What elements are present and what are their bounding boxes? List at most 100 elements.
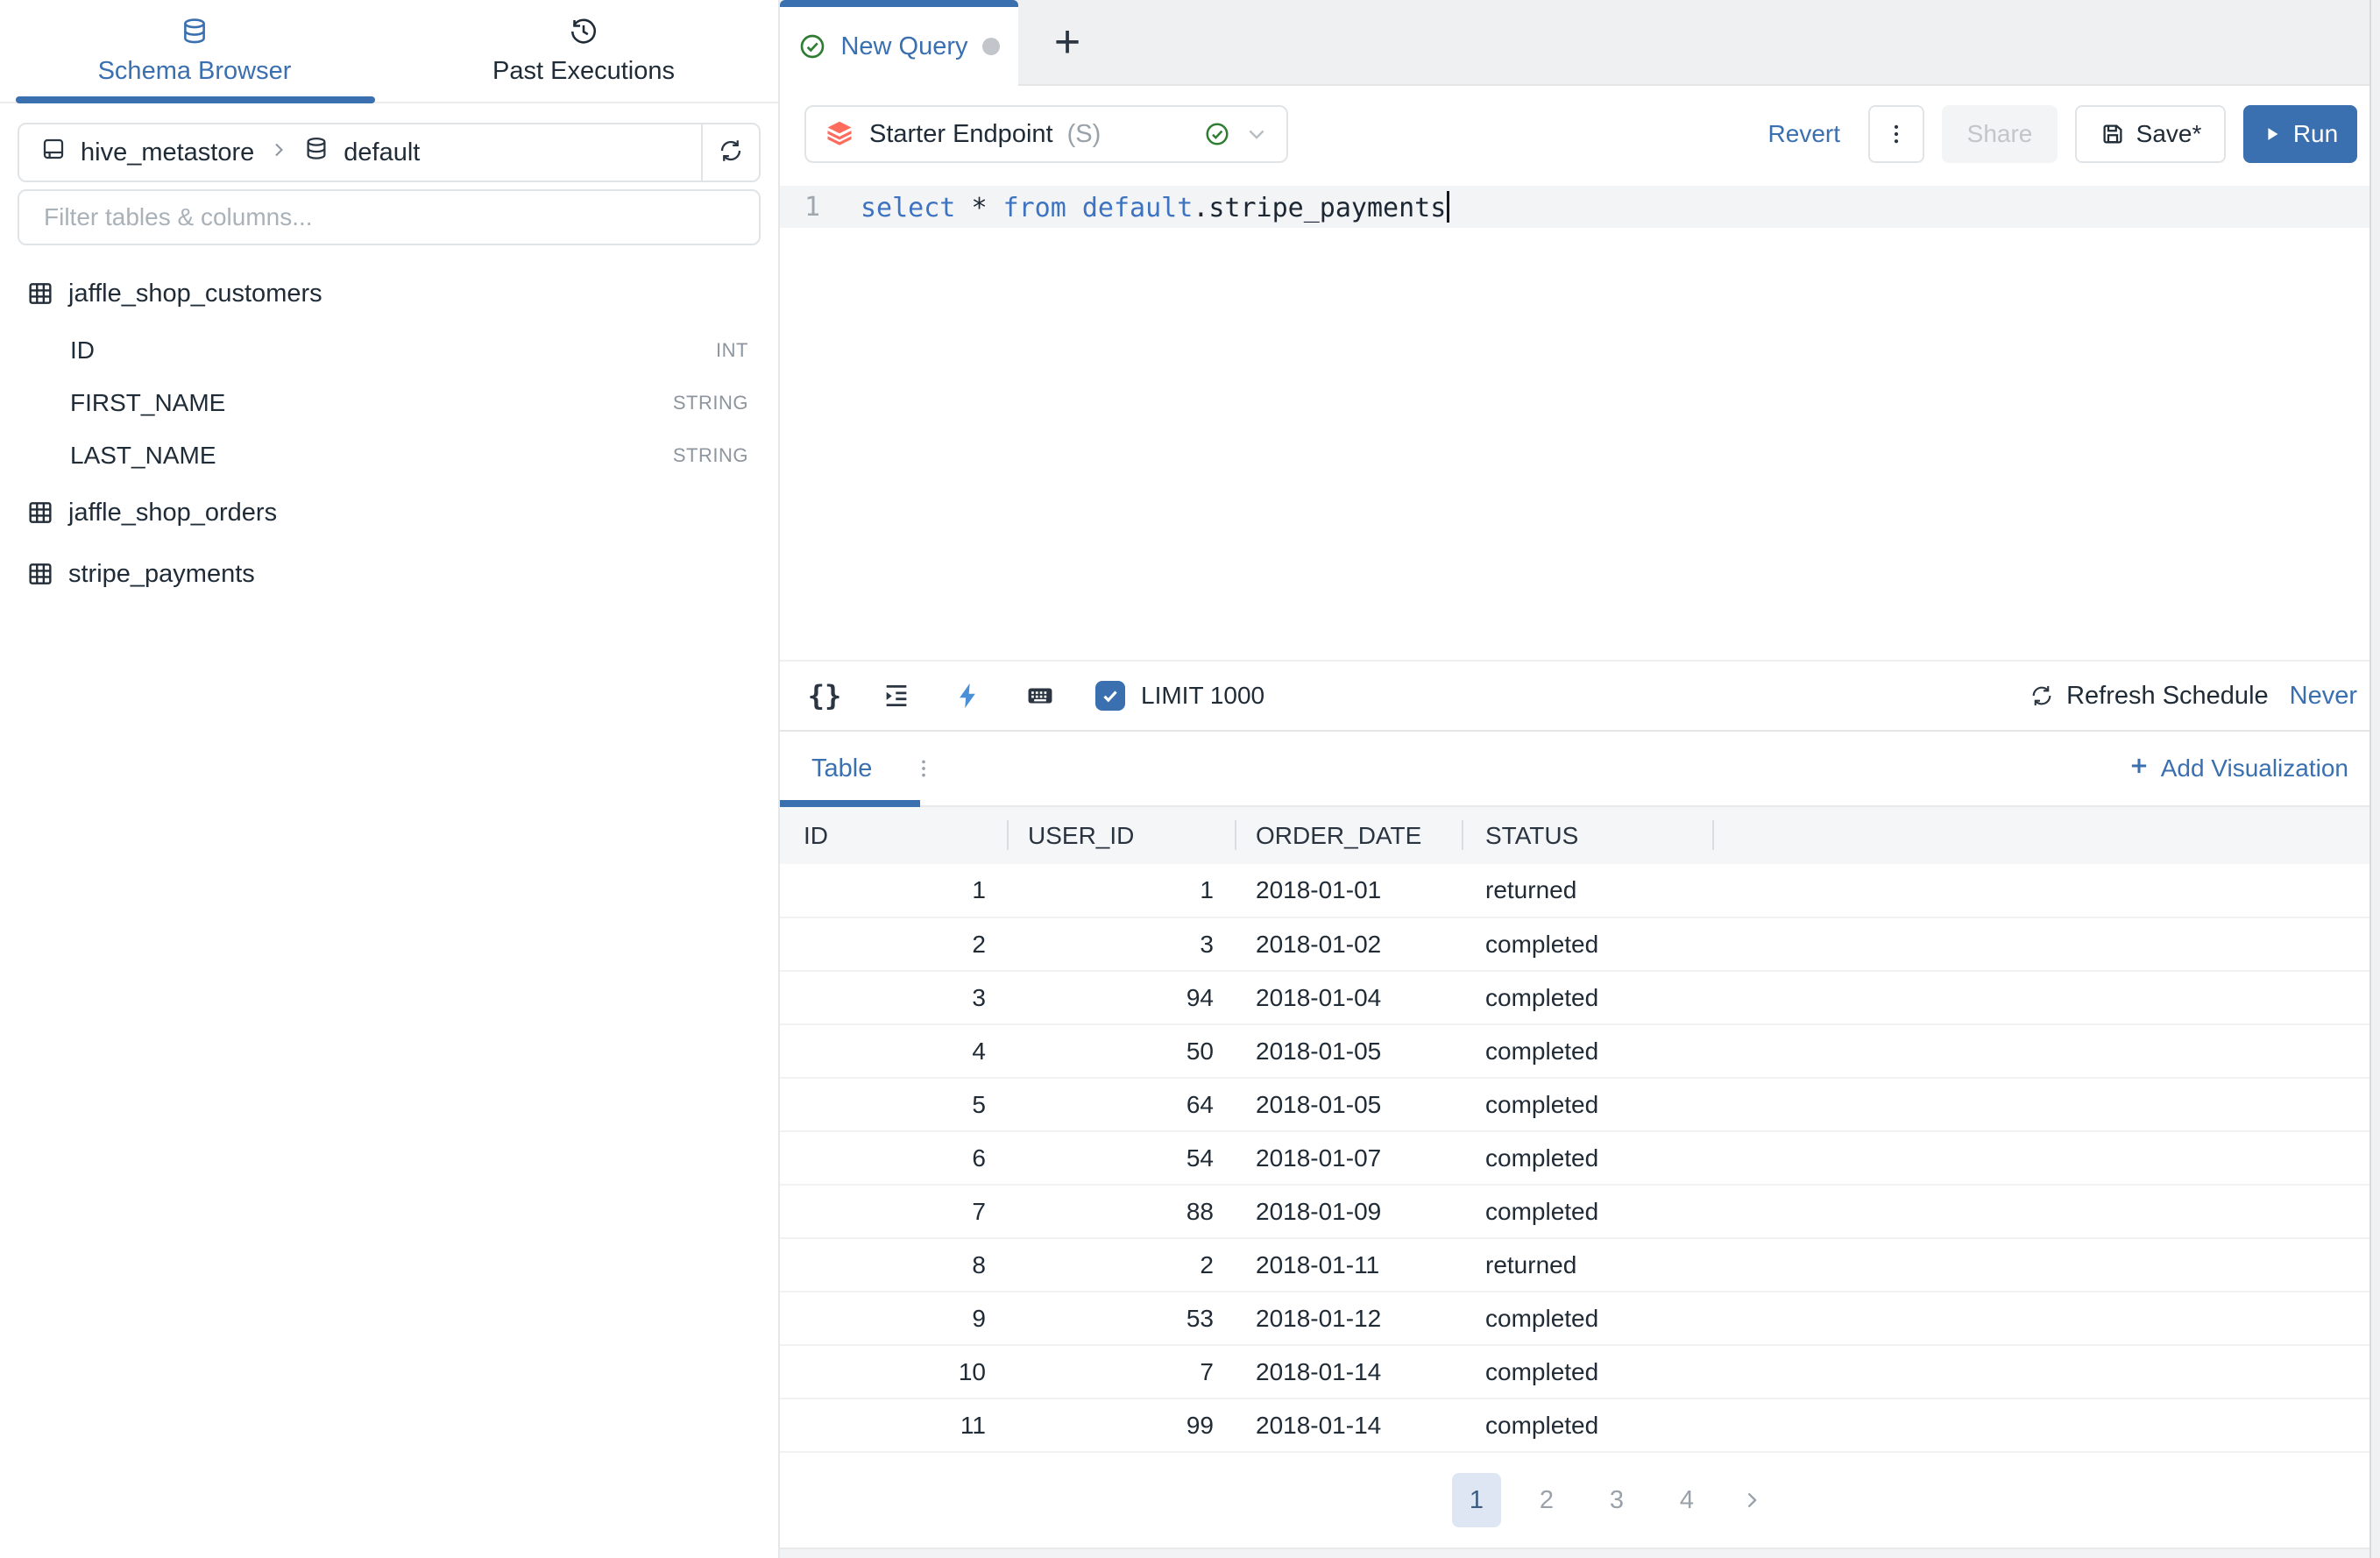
column-header-user_id[interactable]: USER_ID (1009, 807, 1236, 864)
results-panel: Table Add Visualization IDUSER_IDORDER_D… (780, 732, 2380, 1558)
table-cell: 2018-01-14 (1236, 1345, 1463, 1399)
schema-breadcrumb[interactable]: hive_metastore default (19, 124, 701, 181)
sql-token (1066, 193, 1082, 223)
next-page-button[interactable] (1732, 1473, 1771, 1527)
results-header: Table Add Visualization (780, 732, 2380, 807)
keyboard-icon (1025, 681, 1055, 711)
schema-table-item[interactable]: jaffle_shop_customers (0, 263, 778, 324)
table-row[interactable]: 1072018-01-14completed (780, 1345, 2380, 1399)
table-cell: 7 (780, 1185, 1009, 1238)
refresh-schedule-label: Refresh Schedule (2066, 682, 2269, 711)
check-circle-icon (1204, 121, 1230, 147)
filter-input[interactable] (42, 202, 736, 232)
tab-new-query[interactable]: New Query (780, 0, 1018, 86)
table-row[interactable]: 9532018-01-12completed (780, 1292, 2380, 1345)
column-header-order_date[interactable]: ORDER_DATE (1236, 807, 1463, 864)
page-button-4[interactable]: 4 (1662, 1473, 1711, 1527)
table-cell: completed (1463, 917, 1714, 971)
check-circle-icon (798, 32, 826, 60)
run-button[interactable]: Run (2243, 105, 2357, 163)
page-button-1[interactable]: 1 (1452, 1473, 1501, 1527)
keyboard-shortcuts-button[interactable] (1024, 679, 1057, 712)
table-cell: 2018-01-04 (1236, 971, 1463, 1024)
schema-column-item[interactable]: FIRST_NAMESTRING (0, 377, 778, 429)
schema-table-item[interactable]: stripe_payments (0, 543, 778, 605)
save-icon (2100, 121, 2126, 147)
tab-past-executions-label: Past Executions (492, 57, 675, 86)
breadcrumb-catalog: hive_metastore (81, 138, 254, 167)
table-cell-filler (1714, 1292, 2380, 1345)
share-button[interactable]: Share (1942, 105, 2058, 163)
add-tab-button[interactable]: + (1018, 0, 1116, 84)
tab-new-query-label: New Query (840, 32, 967, 61)
table-cell-filler (1714, 971, 2380, 1024)
page-button-3[interactable]: 3 (1592, 1473, 1641, 1527)
refresh-schedule-value[interactable]: Never (2290, 682, 2357, 711)
sql-token (988, 193, 1003, 223)
table-cell: 1 (1009, 864, 1236, 917)
column-header-status[interactable]: STATUS (1463, 807, 1714, 864)
bottom-strip (780, 1547, 2380, 1558)
scrollbar-track[interactable] (2369, 0, 2380, 1558)
sql-token: from (1003, 193, 1066, 223)
table-cell: 2 (780, 917, 1009, 971)
sql-query-editor-window: Schema Browser Past Executions hive_meta… (0, 0, 2380, 1558)
column-type: STRING (673, 444, 748, 467)
page-button-2[interactable]: 2 (1522, 1473, 1571, 1527)
table-cell: returned (1463, 1238, 1714, 1292)
save-button[interactable]: Save* (2075, 105, 2226, 163)
schema-column-item[interactable]: LAST_NAMESTRING (0, 429, 778, 482)
table-cell: 7 (1009, 1345, 1236, 1399)
sql-editor-line[interactable]: 1 select * from default.stripe_payments (780, 186, 2380, 228)
table-cell: 2 (1009, 1238, 1236, 1292)
limit-toggle[interactable]: LIMIT 1000 (1095, 681, 1264, 711)
tab-past-executions[interactable]: Past Executions (389, 0, 778, 102)
refresh-schema-button[interactable] (701, 124, 759, 181)
table-row[interactable]: 11992018-01-14completed (780, 1399, 2380, 1452)
schema-tree: jaffle_shop_customersIDINTFIRST_NAMESTRI… (0, 263, 778, 605)
table-cell: 10 (780, 1345, 1009, 1399)
table-row[interactable]: 232018-01-02completed (780, 917, 2380, 971)
results-table-body: 112018-01-01returned232018-01-02complete… (780, 864, 2380, 1452)
tab-table-view[interactable]: Table (811, 754, 872, 783)
table-cell: 5 (780, 1078, 1009, 1131)
more-options-button[interactable] (1868, 105, 1924, 163)
schema-table-item[interactable]: jaffle_shop_orders (0, 482, 778, 543)
table-row[interactable]: 3942018-01-04completed (780, 971, 2380, 1024)
table-row[interactable]: 822018-01-11returned (780, 1238, 2380, 1292)
refresh-icon (718, 138, 744, 168)
table-name: stripe_payments (68, 560, 255, 589)
editor-actions: Revert Share Save* (1758, 105, 2357, 163)
lightning-button[interactable] (952, 679, 985, 712)
limit-checkbox[interactable] (1095, 681, 1125, 711)
unsaved-dot-icon (982, 38, 1000, 55)
table-row[interactable]: 112018-01-01returned (780, 864, 2380, 917)
table-row[interactable]: 7882018-01-09completed (780, 1185, 2380, 1238)
indent-button[interactable] (880, 679, 913, 712)
table-view-options-button[interactable] (912, 757, 935, 780)
pagination: 1234 (780, 1453, 2380, 1547)
add-visualization-button[interactable]: Add Visualization (2128, 754, 2348, 783)
table-cell: 2018-01-05 (1236, 1078, 1463, 1131)
breadcrumb-schema: default (344, 138, 420, 167)
table-cell: 94 (1009, 971, 1236, 1024)
results-table: IDUSER_IDORDER_DATESTATUS 112018-01-01re… (780, 807, 2380, 1453)
revert-button[interactable]: Revert (1758, 105, 1851, 163)
format-braces-button[interactable]: {} (808, 679, 841, 712)
sql-token (955, 193, 971, 223)
table-row[interactable]: 5642018-01-05completed (780, 1078, 2380, 1131)
main-area: New Query + Starter Endpoint (S) (780, 0, 2380, 1558)
column-header-id[interactable]: ID (780, 807, 1009, 864)
endpoint-selector[interactable]: Starter Endpoint (S) (804, 105, 1288, 163)
tab-schema-browser[interactable]: Schema Browser (0, 0, 389, 102)
editor-top-row: Starter Endpoint (S) Revert (804, 105, 2357, 163)
table-cell-filler (1714, 1238, 2380, 1292)
table-row[interactable]: 6542018-01-07completed (780, 1131, 2380, 1185)
table-cell: 11 (780, 1399, 1009, 1452)
table-row[interactable]: 4502018-01-05completed (780, 1024, 2380, 1078)
run-button-label: Run (2293, 120, 2338, 148)
table-cell-filler (1714, 1024, 2380, 1078)
table-cell-filler (1714, 1078, 2380, 1131)
schema-sidebar: Schema Browser Past Executions hive_meta… (0, 0, 780, 1558)
schema-column-item[interactable]: IDINT (0, 324, 778, 377)
